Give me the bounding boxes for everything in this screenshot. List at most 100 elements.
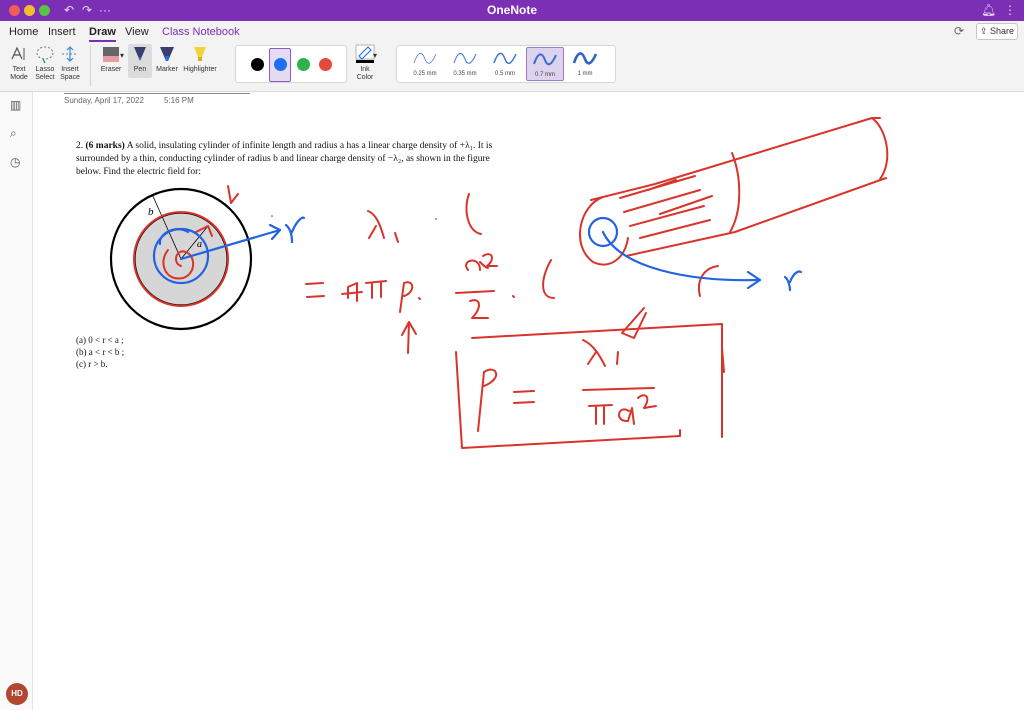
page-title-fragment[interactable] bbox=[64, 88, 250, 94]
tab-draw[interactable]: Draw bbox=[89, 25, 116, 42]
problem-line-2: surrounded by a thin, conducting cylinde… bbox=[76, 154, 490, 164]
highlighter-button[interactable]: Highlighter bbox=[181, 44, 219, 74]
red-cylinder-bottom bbox=[625, 177, 887, 257]
bell-icon[interactable]: 🔔︎ bbox=[981, 2, 996, 18]
eraser-icon bbox=[103, 47, 119, 62]
ink-canvas[interactable]: b a bbox=[0, 0, 1024, 710]
red-swirl bbox=[162, 249, 195, 280]
lasso-icon bbox=[36, 46, 54, 64]
stroke-sample-icon bbox=[533, 53, 557, 66]
red-cylinder-top bbox=[590, 117, 881, 201]
color-swatch-red[interactable] bbox=[319, 58, 332, 71]
stroke-sample-icon bbox=[493, 52, 517, 65]
eraser-label: Eraser bbox=[100, 66, 122, 73]
page-date: Sunday, April 17, 2022 bbox=[64, 96, 144, 105]
tab-view[interactable]: View bbox=[125, 25, 149, 39]
stray-dot bbox=[271, 215, 273, 217]
red-equals bbox=[305, 282, 325, 298]
color-swatch-blue[interactable] bbox=[274, 58, 287, 71]
blue-ink-strokes bbox=[152, 216, 803, 292]
width-option-0-5[interactable]: 0.5 mm bbox=[486, 47, 524, 81]
red-two bbox=[469, 299, 489, 319]
part-a: (a) 0 < r < a ; bbox=[76, 335, 124, 345]
problem-parts[interactable]: (a) 0 < r < a ; (b) a < r < b ; (c) r > … bbox=[76, 334, 124, 370]
text-mode-label-2: Mode bbox=[10, 74, 28, 81]
width-option-1[interactable]: 1 mm bbox=[566, 47, 604, 81]
ink-color-chevron-icon[interactable]: ▾ bbox=[373, 52, 377, 60]
red-squared bbox=[637, 394, 657, 409]
insert-space-button[interactable]: Insert Space bbox=[57, 44, 83, 82]
blue-radius-line bbox=[179, 228, 282, 261]
width-option-0-35[interactable]: 0.35 mm bbox=[446, 47, 484, 81]
highlighter-label: Highlighter bbox=[183, 66, 217, 73]
ink-color-button[interactable]: Ink Color bbox=[350, 44, 380, 82]
blue-arrowhead-2 bbox=[746, 270, 762, 290]
color-swatch-green[interactable] bbox=[297, 58, 310, 71]
chevron-down-icon[interactable]: ▾ bbox=[120, 52, 124, 60]
tab-insert[interactable]: Insert bbox=[48, 25, 76, 39]
red-dot bbox=[418, 297, 421, 300]
red-lambda-1 bbox=[582, 339, 619, 367]
app-title: OneNote bbox=[486, 3, 537, 17]
pen-width-gallery: 0.25 mm 0.35 mm 0.5 mm 0.7 mm 1 mm bbox=[396, 45, 616, 83]
width-option-0-25[interactable]: 0.25 mm bbox=[406, 47, 444, 81]
lasso-select-button[interactable]: Lasso Select bbox=[32, 44, 58, 82]
red-a bbox=[618, 407, 635, 425]
problem-marks: (6 marks) bbox=[85, 141, 125, 151]
problem-line-1: A solid, insulating cylinder of infinite… bbox=[126, 141, 493, 151]
red-subscript-1 bbox=[394, 232, 399, 243]
width-label: 0.7 mm bbox=[534, 72, 555, 78]
pen-icon bbox=[134, 47, 146, 61]
red-fraction-bar bbox=[455, 290, 495, 294]
width-label: 0.25 mm bbox=[413, 71, 437, 77]
red-ell-3 bbox=[698, 265, 719, 297]
avatar[interactable]: HD bbox=[6, 683, 28, 705]
lasso-label-2: Select bbox=[35, 74, 55, 81]
part-b: (b) a < r < b ; bbox=[76, 347, 125, 357]
red-arrow-to-box bbox=[621, 307, 647, 339]
marker-button[interactable]: Marker bbox=[154, 44, 180, 74]
red-cylinder-end bbox=[871, 117, 889, 180]
width-label: 0.35 mm bbox=[453, 71, 477, 77]
tab-home[interactable]: Home bbox=[9, 25, 38, 39]
problem-line-3: below. Find the electric field for: bbox=[76, 167, 201, 177]
blue-circle-gaussian bbox=[152, 227, 210, 285]
red-rho bbox=[399, 281, 414, 313]
label-b: b bbox=[148, 206, 154, 218]
ribbon-divider bbox=[90, 46, 91, 86]
red-equals-2 bbox=[513, 390, 535, 404]
more-vertical-icon[interactable]: ⋮ bbox=[1004, 2, 1016, 18]
marker-label: Marker bbox=[156, 66, 178, 73]
problem-statement[interactable]: 2. (6 marks) A solid, insulating cylinde… bbox=[76, 140, 556, 179]
radius-b-line bbox=[151, 193, 182, 260]
draw-ribbon: Text Mode Lasso Select Insert Space Eras… bbox=[0, 42, 1024, 92]
tab-class-notebook[interactable]: Class Notebook bbox=[162, 25, 240, 39]
red-box-left-bottom bbox=[455, 351, 681, 449]
search-icon[interactable]: ⌕ bbox=[10, 126, 17, 141]
recent-clock-icon[interactable]: ◷ bbox=[10, 155, 20, 169]
navigation-rail: ▥ ⌕ ◷ bbox=[0, 92, 33, 710]
ribbon-tabs: Home Insert Draw View Class Notebook bbox=[0, 21, 1024, 42]
red-box-top-right bbox=[471, 323, 725, 438]
ink-color-label-1: Ink bbox=[360, 66, 370, 73]
pen-button[interactable]: Pen bbox=[128, 44, 152, 78]
sync-icon[interactable]: ⟳ bbox=[954, 24, 964, 38]
text-mode-button[interactable]: Text Mode bbox=[6, 44, 32, 82]
notebooks-icon[interactable]: ▥ bbox=[10, 98, 21, 112]
blue-r bbox=[284, 216, 306, 244]
red-cylinder-front bbox=[578, 196, 629, 266]
text-mode-icon bbox=[11, 46, 25, 60]
cylinder-cross-section-figure: b a bbox=[109, 187, 253, 331]
stroke-sample-icon bbox=[413, 53, 437, 64]
lasso-label-1: Lasso bbox=[35, 66, 55, 73]
share-button[interactable]: ⇪ Share bbox=[976, 23, 1018, 40]
width-option-0-7[interactable]: 0.7 mm bbox=[526, 47, 564, 81]
outer-conducting-shell bbox=[109, 187, 253, 331]
color-swatch-black[interactable] bbox=[251, 58, 264, 71]
red-fraction-bar-2 bbox=[582, 387, 655, 391]
part-c: (c) r > b. bbox=[76, 359, 108, 369]
radius-a-line bbox=[180, 225, 209, 260]
width-label: 0.5 mm bbox=[494, 71, 515, 77]
red-dot-2 bbox=[512, 295, 515, 298]
insert-space-label-2: Space bbox=[60, 74, 80, 81]
